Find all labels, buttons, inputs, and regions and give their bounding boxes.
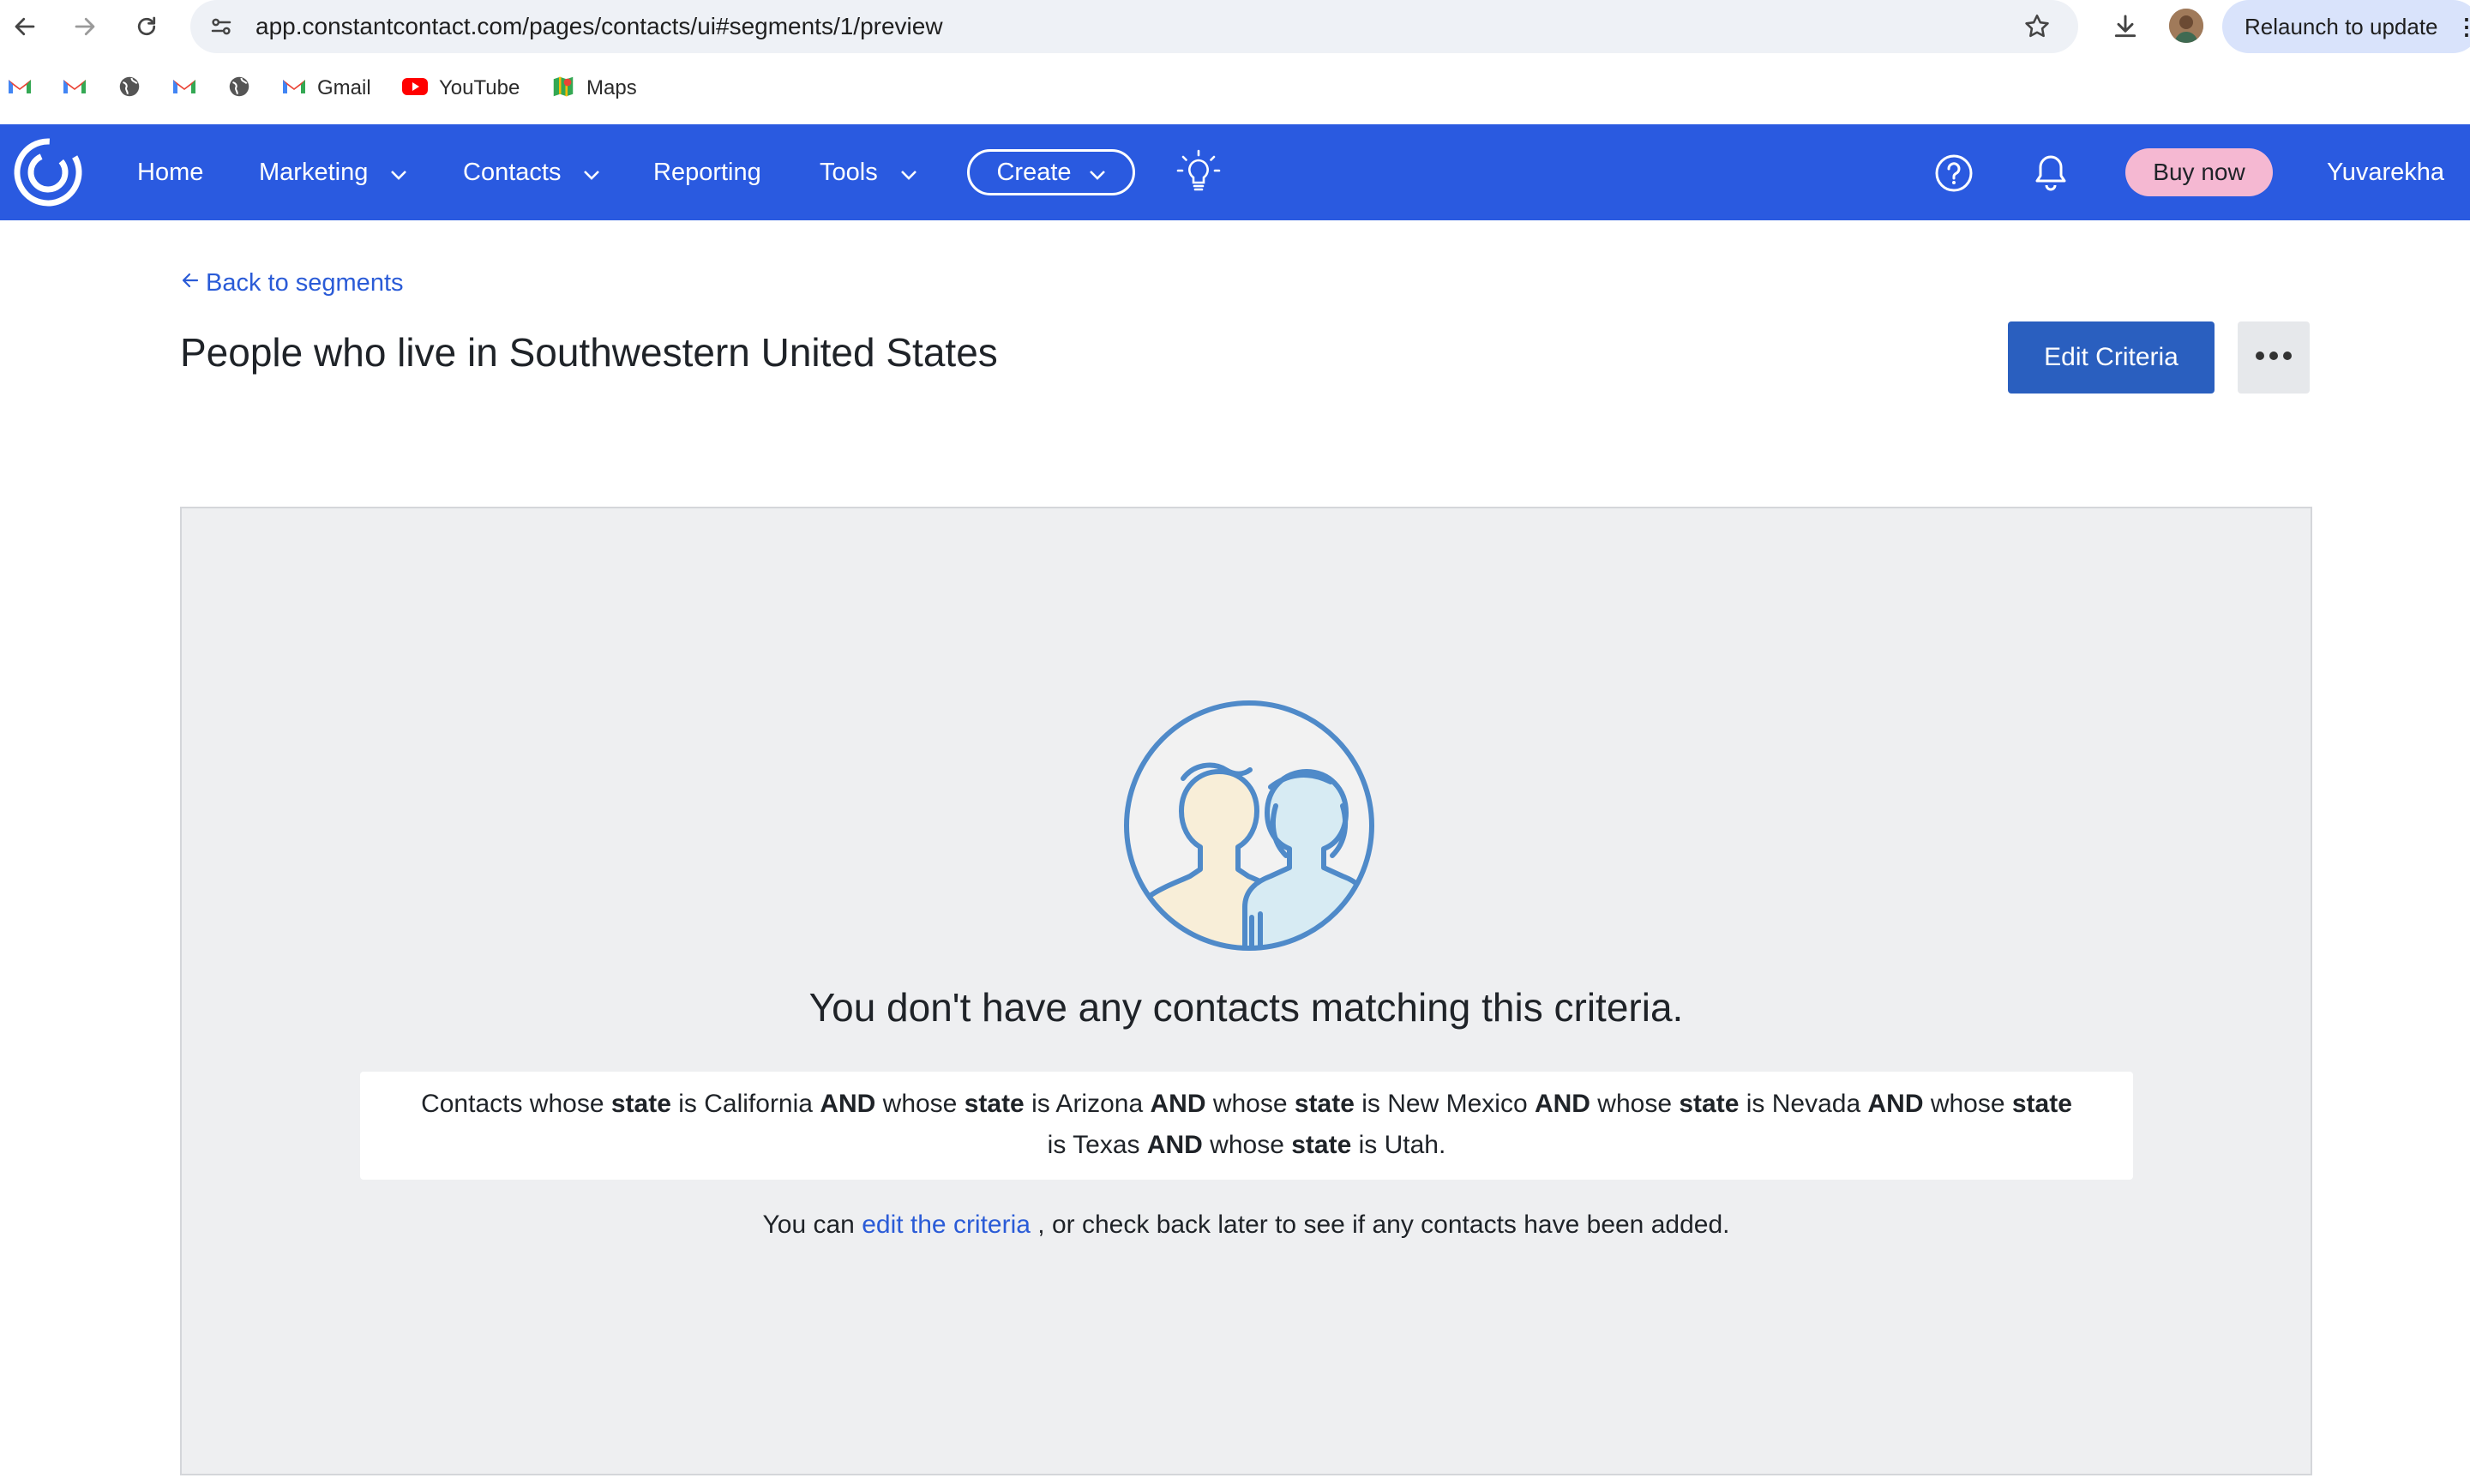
hint-text-before: You can <box>762 1211 862 1239</box>
gmail-icon <box>62 76 87 101</box>
page-title: People who live in Southwestern United S… <box>180 330 998 375</box>
criteria-keyword: state <box>2011 1090 2072 1118</box>
gmail-icon <box>7 76 33 101</box>
criteria-keyword: AND <box>1150 1090 1206 1118</box>
nav-contacts-label: Contacts <box>463 158 562 186</box>
criteria-fragment: is California <box>670 1090 820 1118</box>
criteria-fragment: whose <box>875 1090 965 1118</box>
nav-tools-label: Tools <box>820 158 878 186</box>
chevron-down-icon <box>1089 159 1106 187</box>
browser-toolbar: app.constantcontact.com/pages/contacts/u… <box>0 0 2470 53</box>
url-text[interactable]: app.constantcontact.com/pages/contacts/u… <box>255 0 943 53</box>
bookmark-gmail-3[interactable] <box>171 70 197 106</box>
bookmark-gmail-2[interactable] <box>62 70 87 106</box>
nav-home[interactable]: Home <box>137 124 203 220</box>
criteria-fragment: whose <box>1202 1131 1292 1159</box>
criteria-fragment: is Texas <box>1047 1131 1147 1159</box>
nav-marketing-label: Marketing <box>259 158 369 186</box>
nav-home-label: Home <box>137 158 204 186</box>
bell-icon[interactable] <box>2032 153 2070 192</box>
bookmark-globe-1[interactable] <box>117 70 142 106</box>
criteria-keyword: AND <box>1534 1090 1590 1118</box>
back-label: Back to segments <box>206 268 404 297</box>
chevron-down-icon <box>900 159 917 187</box>
empty-state-heading: You don't have any contacts matching thi… <box>808 985 1684 1030</box>
relaunch-label: Relaunch to update <box>2245 14 2438 39</box>
bookmark-label: YouTube <box>439 76 520 99</box>
bookmark-label: Maps <box>586 76 637 99</box>
address-bar[interactable]: app.constantcontact.com/pages/contacts/u… <box>190 0 2078 53</box>
bookmark-youtube[interactable]: YouTube <box>401 70 520 106</box>
globe-icon <box>226 74 252 104</box>
relaunch-button[interactable]: Relaunch to update ⋮ <box>2222 0 2470 53</box>
edit-criteria-button[interactable]: Edit Criteria <box>2008 321 2215 394</box>
criteria-fragment: Contacts whose <box>421 1090 611 1118</box>
nav-marketing[interactable]: Marketing <box>259 124 407 220</box>
nav-reporting-label: Reporting <box>653 158 761 186</box>
criteria-keyword: AND <box>1867 1090 1924 1118</box>
lightbulb-icon[interactable] <box>1175 148 1223 196</box>
profile-avatar[interactable] <box>2169 9 2203 43</box>
nav-reporting[interactable]: Reporting <box>653 124 761 220</box>
criteria-keyword: AND <box>1146 1131 1203 1159</box>
criteria-fragment: is Utah. <box>1351 1131 1446 1159</box>
criteria-fragment: is Arizona <box>1024 1090 1151 1118</box>
criteria-keyword: state <box>964 1090 1025 1118</box>
criteria-summary: Contacts whose state is California AND w… <box>360 1072 2133 1180</box>
bookmark-star-icon[interactable] <box>2020 9 2054 44</box>
maps-icon <box>550 74 576 104</box>
site-info-icon[interactable] <box>206 11 237 42</box>
criteria-keyword: state <box>1679 1090 1740 1118</box>
criteria-fragment: whose <box>1590 1090 1680 1118</box>
more-options-button[interactable] <box>2238 321 2310 394</box>
criteria-keyword: state <box>1294 1090 1355 1118</box>
gmail-icon <box>281 76 307 101</box>
forward-icon[interactable] <box>65 7 105 46</box>
globe-icon <box>117 74 142 104</box>
bookmark-maps[interactable]: Maps <box>550 70 637 106</box>
create-button[interactable]: Create <box>967 149 1135 195</box>
back-icon[interactable] <box>5 7 45 46</box>
nav-tools[interactable]: Tools <box>820 124 917 220</box>
chevron-down-icon <box>390 159 407 187</box>
bookmark-globe-2[interactable] <box>226 70 252 106</box>
nav-contacts[interactable]: Contacts <box>463 124 600 220</box>
chevron-down-icon <box>583 159 600 187</box>
criteria-fragment: is Nevada <box>1739 1090 1868 1118</box>
browser-menu-icon[interactable]: ⋮ <box>2455 0 2470 53</box>
edit-criteria-link[interactable]: edit the criteria <box>862 1211 1031 1239</box>
criteria-keyword: state <box>610 1090 671 1118</box>
bookmark-label: Gmail <box>317 76 371 99</box>
arrow-left-icon <box>180 269 201 297</box>
constant-contact-logo[interactable] <box>12 136 84 208</box>
criteria-fragment: is New Mexico <box>1354 1090 1535 1118</box>
youtube-icon <box>401 76 429 101</box>
app-navbar: Home Marketing Contacts Reporting Tools … <box>0 124 2470 220</box>
criteria-keyword: AND <box>820 1090 876 1118</box>
criteria-text: Contacts whose state is California AND w… <box>421 1090 2072 1159</box>
create-label: Create <box>996 158 1072 186</box>
empty-state-hint: You can edit the criteria , or check bac… <box>180 1211 2312 1240</box>
back-to-segments-link[interactable]: Back to segments <box>180 266 404 300</box>
hint-text-after: , or check back later to see if any cont… <box>1030 1211 1730 1239</box>
bookmark-gmail[interactable]: Gmail <box>281 70 371 106</box>
download-icon[interactable] <box>2106 7 2145 46</box>
contacts-illustration <box>1123 700 1375 952</box>
more-horizontal-icon <box>2255 350 2293 365</box>
criteria-fragment: whose <box>1205 1090 1295 1118</box>
criteria-keyword: state <box>1291 1131 1352 1159</box>
gmail-icon <box>171 76 197 101</box>
bookmark-gmail-1[interactable] <box>7 70 33 106</box>
user-menu[interactable]: Yuvarekha <box>2327 124 2444 220</box>
criteria-fragment: whose <box>1923 1090 2012 1118</box>
bookmarks-bar: Gmail YouTube Maps <box>0 53 2470 123</box>
help-icon[interactable] <box>1934 153 1974 193</box>
reload-icon[interactable] <box>127 7 166 46</box>
buy-now-button[interactable]: Buy now <box>2125 148 2273 196</box>
